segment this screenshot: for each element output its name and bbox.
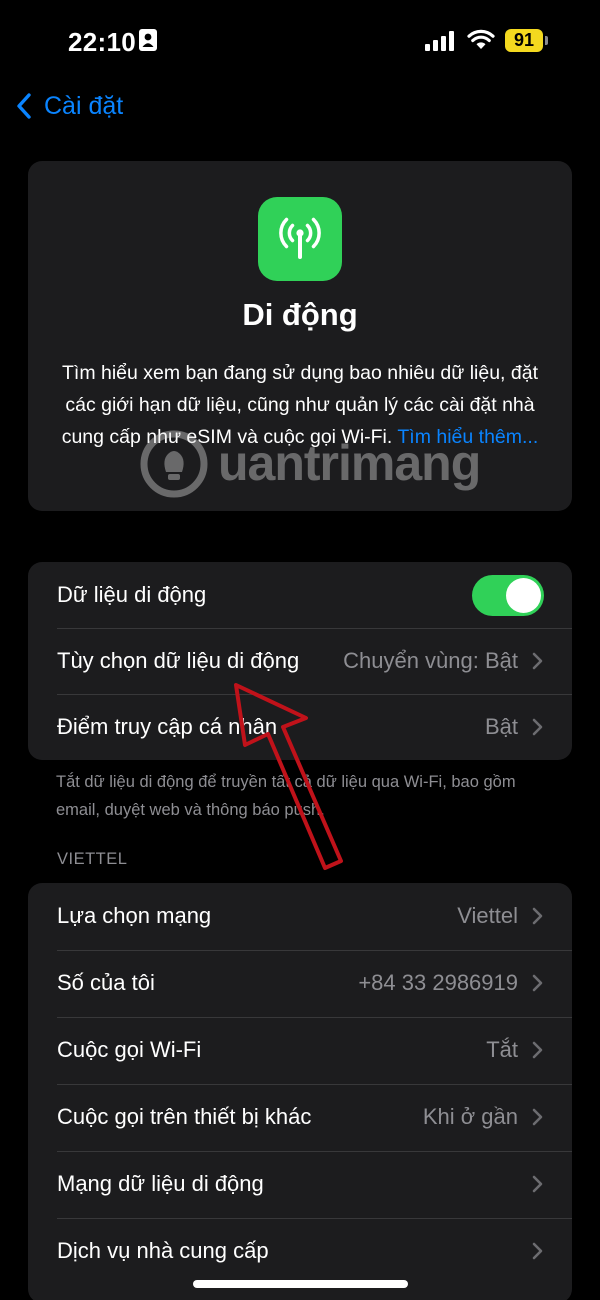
row-label: Số của tôi [57, 970, 155, 995]
row-value: Chuyển vùng: Bật [343, 648, 518, 673]
chevron-right-icon [532, 1041, 543, 1059]
row-label: Dịch vụ nhà cung cấp [57, 1238, 269, 1263]
focus-person-icon [139, 29, 157, 51]
row-label: Cuộc gọi trên thiết bị khác [57, 1104, 312, 1129]
status-bar: 22:10 91 [0, 0, 600, 84]
row-label: Lựa chọn mạng [57, 903, 212, 928]
chevron-left-icon [17, 93, 31, 119]
row-cellular-data: Dữ liệu di động [28, 562, 572, 628]
battery-indicator: 91 [505, 29, 543, 52]
row-cellular-data-network[interactable]: Mạng dữ liệu di động [28, 1151, 572, 1217]
chevron-right-icon [532, 1175, 543, 1193]
row-calls-on-other-devices[interactable]: Cuộc gọi trên thiết bị khác Khi ở gần [28, 1084, 572, 1150]
toggle-knob [506, 578, 541, 613]
battery-tip [545, 36, 548, 45]
row-my-number[interactable]: Số của tôi +84 33 2986919 [28, 950, 572, 1016]
section-header-carrier: VIETTEL [57, 850, 128, 868]
hero-description: Tìm hiểu xem bạn đang sử dụng bao nhiêu … [52, 357, 548, 453]
carrier-group: Lựa chọn mạng Viettel Số của tôi +84 33 … [28, 883, 572, 1300]
row-value: Tắt [486, 1037, 518, 1062]
home-indicator [193, 1280, 408, 1288]
chevron-right-icon [532, 652, 543, 670]
chevron-right-icon [532, 907, 543, 925]
row-label: Dữ liệu di động [57, 582, 207, 607]
row-wifi-calling[interactable]: Cuộc gọi Wi-Fi Tắt [28, 1017, 572, 1083]
hero-card: Di động Tìm hiểu xem bạn đang sử dụng ba… [28, 161, 572, 511]
row-carrier-services[interactable]: Dịch vụ nhà cung cấp [28, 1218, 572, 1284]
row-value: Bật [484, 714, 518, 739]
row-value: Khi ở gần [422, 1104, 518, 1129]
cellular-app-icon [258, 197, 342, 281]
back-button[interactable]: Cài đặt [16, 88, 123, 124]
row-label: Điểm truy cập cá nhân [57, 714, 278, 739]
wifi-icon [467, 29, 495, 49]
page-title: Di động [242, 297, 358, 332]
row-personal-hotspot[interactable]: Điểm truy cập cá nhân Bật [28, 694, 572, 760]
chevron-right-icon [532, 718, 543, 736]
chevron-right-icon [532, 1108, 543, 1126]
row-label: Cuộc gọi Wi-Fi [57, 1037, 202, 1062]
mobile-data-group: Dữ liệu di động Tùy chọn dữ liệu di động… [28, 562, 572, 760]
row-network-selection[interactable]: Lựa chọn mạng Viettel [28, 883, 572, 949]
chevron-right-icon [532, 1242, 543, 1260]
antenna-icon [279, 217, 321, 259]
chevron-right-icon [532, 974, 543, 992]
cellular-data-footer-note: Tắt dữ liệu di động để truyền tất cả dữ … [56, 773, 516, 819]
row-value: Viettel [457, 903, 518, 928]
cellular-data-toggle[interactable] [472, 575, 544, 616]
back-label: Cài đặt [44, 91, 124, 120]
learn-more-link[interactable]: Tìm hiểu thêm... [397, 426, 538, 448]
row-value: +84 33 2986919 [358, 970, 518, 995]
row-cellular-data-options[interactable]: Tùy chọn dữ liệu di động Chuyển vùng: Bậ… [28, 628, 572, 694]
row-label: Mạng dữ liệu di động [57, 1171, 264, 1196]
cellular-signal-icon [425, 31, 454, 51]
row-label: Tùy chọn dữ liệu di động [57, 648, 300, 673]
status-time: 22:10 [68, 27, 136, 57]
